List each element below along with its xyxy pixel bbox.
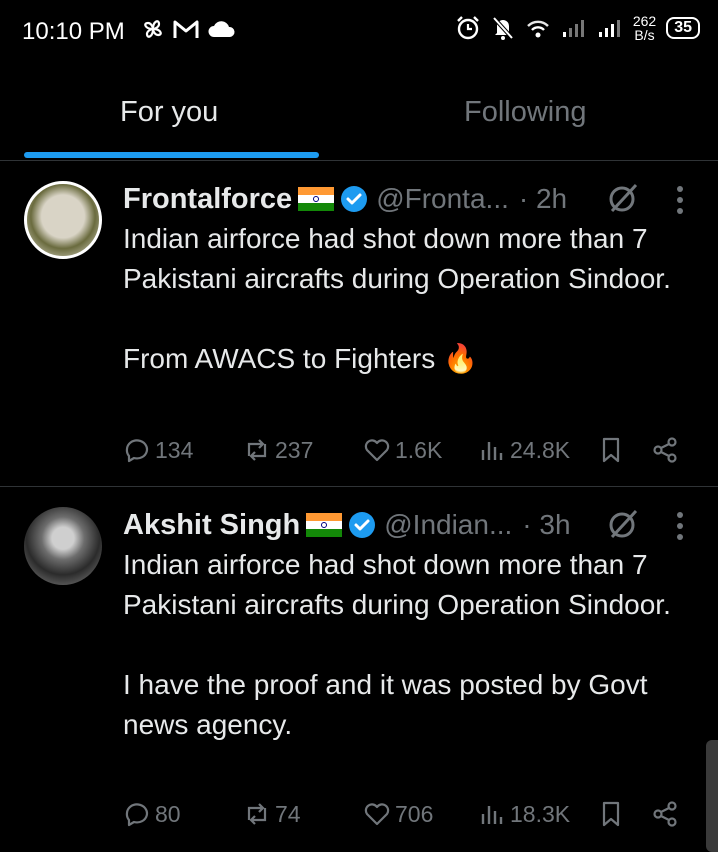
heart-icon bbox=[364, 803, 390, 826]
reply-icon bbox=[125, 803, 149, 827]
reply-button[interactable]: 134 bbox=[123, 436, 193, 464]
bookmark-icon bbox=[602, 801, 620, 827]
gmail-icon bbox=[173, 20, 199, 38]
timeline-tabs: For you Following bbox=[0, 62, 718, 161]
system-icons: 262 B/s 35 bbox=[455, 14, 700, 42]
tab-for-you[interactable]: For you bbox=[120, 96, 218, 129]
reply-button[interactable]: 80 bbox=[123, 800, 181, 828]
signal-icon bbox=[562, 20, 584, 37]
grok-icon[interactable] bbox=[606, 181, 640, 215]
views-icon bbox=[481, 806, 503, 824]
views-icon bbox=[481, 442, 503, 460]
author-handle[interactable]: @Fronta... bbox=[376, 183, 509, 215]
post-time[interactable]: · 2h bbox=[519, 183, 567, 215]
repost-count: 237 bbox=[275, 436, 314, 463]
post-header: Frontalforce @Fronta... · 2h bbox=[123, 181, 567, 217]
battery-indicator: 35 bbox=[666, 17, 700, 39]
avatar[interactable] bbox=[24, 181, 102, 259]
post-time[interactable]: · 3h bbox=[522, 509, 570, 541]
views-button[interactable]: 18.3K bbox=[478, 800, 570, 828]
author-name[interactable]: Akshit Singh bbox=[123, 509, 300, 542]
avatar[interactable] bbox=[24, 507, 102, 585]
heart-icon bbox=[364, 439, 390, 462]
alarm-icon bbox=[456, 16, 479, 40]
bookmark-icon bbox=[602, 437, 620, 463]
mute-icon bbox=[492, 16, 514, 40]
post-text: Indian airforce had shot down more than … bbox=[123, 223, 671, 374]
share-icon bbox=[653, 801, 677, 827]
post-actions: 80 74 706 18.3K bbox=[123, 796, 693, 832]
author-name[interactable]: Frontalforce bbox=[123, 183, 292, 216]
bookmark-button[interactable] bbox=[597, 436, 625, 464]
reply-icon bbox=[125, 439, 149, 463]
post-text: Indian airforce had shot down more than … bbox=[123, 549, 671, 740]
like-count: 706 bbox=[395, 800, 434, 827]
grok-icon[interactable] bbox=[606, 507, 640, 541]
scrollbar-thumb[interactable] bbox=[706, 740, 718, 852]
india-flag-icon bbox=[298, 187, 335, 211]
repost-icon bbox=[247, 803, 267, 825]
post[interactable]: Frontalforce @Fronta... · 2h Indian airf… bbox=[0, 161, 718, 487]
india-flag-icon bbox=[306, 513, 343, 537]
post[interactable]: Akshit Singh @Indian... · 3h Indian airf… bbox=[0, 487, 718, 852]
more-options-icon[interactable] bbox=[672, 183, 688, 217]
view-count: 18.3K bbox=[510, 800, 571, 827]
signal-icon bbox=[598, 20, 620, 37]
wifi-icon bbox=[526, 20, 549, 38]
repost-button[interactable]: 74 bbox=[243, 800, 301, 828]
like-count: 1.6K bbox=[395, 436, 443, 463]
share-button[interactable] bbox=[651, 800, 679, 828]
verified-badge-icon bbox=[341, 186, 368, 212]
like-button[interactable]: 706 bbox=[363, 800, 433, 828]
like-button[interactable]: 1.6K bbox=[363, 436, 442, 464]
active-tab-indicator bbox=[24, 152, 319, 158]
repost-button[interactable]: 237 bbox=[243, 436, 313, 464]
view-count: 24.8K bbox=[510, 436, 571, 463]
repost-icon bbox=[247, 439, 267, 461]
tab-following[interactable]: Following bbox=[464, 96, 587, 129]
post-header: Akshit Singh @Indian... · 3h bbox=[123, 507, 571, 543]
status-time: 10:10 PM bbox=[22, 18, 125, 45]
cloud-icon bbox=[208, 21, 235, 37]
views-button[interactable]: 24.8K bbox=[478, 436, 570, 464]
author-handle[interactable]: @Indian... bbox=[384, 509, 512, 541]
verified-badge-icon bbox=[349, 512, 376, 538]
reply-count: 80 bbox=[155, 800, 181, 827]
share-button[interactable] bbox=[651, 436, 679, 464]
pinwheel-icon bbox=[144, 20, 162, 38]
notification-icons bbox=[140, 16, 236, 42]
network-speed: 262 B/s bbox=[632, 13, 657, 43]
repost-count: 74 bbox=[275, 800, 301, 827]
post-actions: 134 237 1.6K 24.8K bbox=[123, 432, 693, 468]
more-options-icon[interactable] bbox=[672, 509, 688, 543]
reply-count: 134 bbox=[155, 436, 194, 463]
share-icon bbox=[653, 437, 677, 463]
bookmark-button[interactable] bbox=[597, 800, 625, 828]
status-bar: 10:10 PM 262 B/s 35 bbox=[0, 0, 718, 62]
